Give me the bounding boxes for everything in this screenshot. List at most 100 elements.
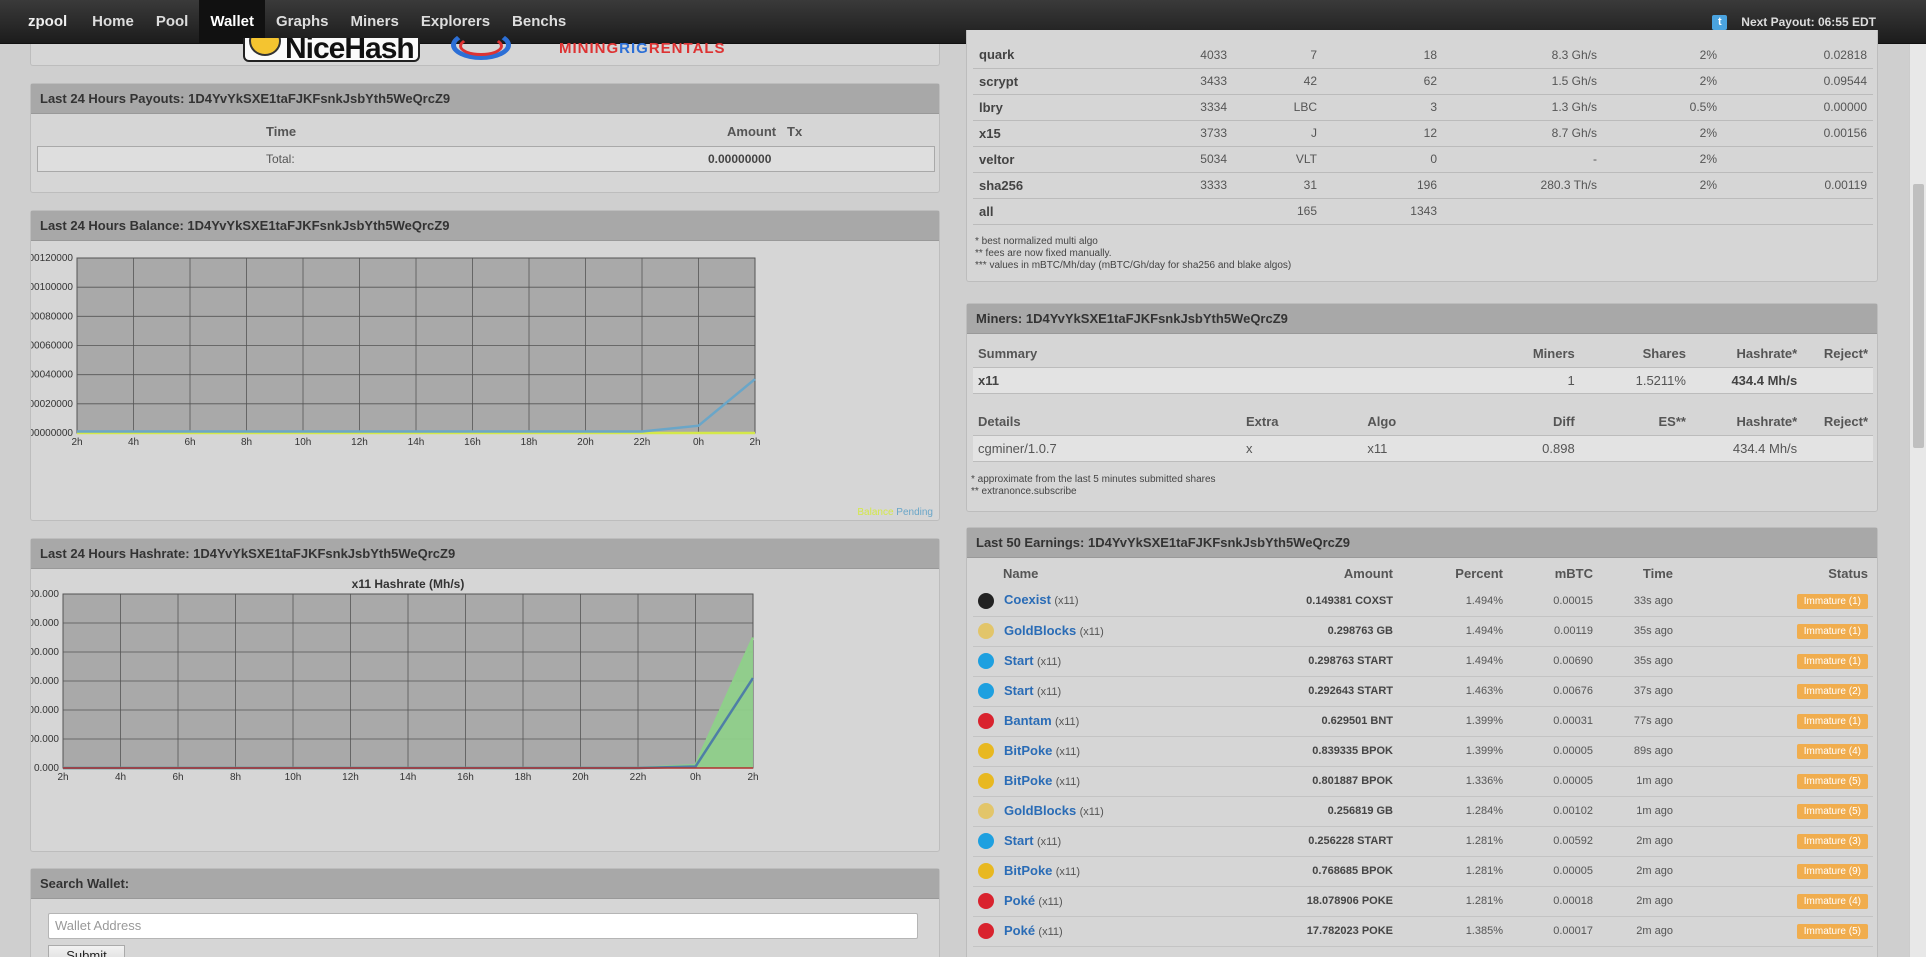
earnings-amount: 0.256819 GB (1268, 796, 1398, 827)
algo-name[interactable]: quark (973, 42, 1163, 69)
details-extra: x (1240, 434, 1363, 462)
algo-name[interactable]: all (973, 198, 1163, 225)
earnings-time: 1m ago (1598, 796, 1678, 827)
earnings-amount: 0.629501 BNT (1268, 706, 1398, 737)
coin-link[interactable]: Bantam (1004, 713, 1052, 728)
algo-name[interactable]: veltor (973, 146, 1163, 173)
earnings-header-name: Name (1003, 565, 1039, 581)
next-payout-text: Next Payout: 06:55 EDT (1741, 15, 1876, 29)
algo-miners: 0 (1323, 146, 1443, 173)
coin-link[interactable]: BitPoke (1004, 743, 1052, 758)
algo-hashrate: 1.3 Gh/s (1443, 94, 1603, 121)
coin-link[interactable]: Coexist (1004, 592, 1051, 607)
coin-algo: (x11) (1055, 865, 1080, 878)
algo-name[interactable]: scrypt (973, 68, 1163, 95)
earnings-percent: 1.336% (1398, 766, 1508, 797)
status-badge: Immature (3) (1796, 834, 1868, 849)
summary-miners: 1 (1508, 366, 1580, 394)
earnings-time: 2m ago (1598, 826, 1678, 857)
algo-current (1723, 146, 1873, 173)
payouts-col-time: Time (266, 124, 297, 139)
earnings-time: 35s ago (1598, 646, 1678, 677)
earnings-mbtc: 0.00017 (1508, 916, 1598, 947)
scrollbar-thumb[interactable] (1913, 184, 1924, 448)
details-header-algo: Algo (1367, 413, 1397, 429)
status-badge: Immature (1) (1796, 714, 1868, 729)
coin-link[interactable]: BitPoke (1004, 773, 1052, 788)
poke-icon (978, 893, 994, 910)
algo-name[interactable]: x15 (973, 120, 1163, 147)
nav-benchs[interactable]: Benchs (501, 0, 577, 44)
coin-link[interactable]: Poké (1004, 893, 1035, 908)
coin-link[interactable]: Start (1004, 653, 1034, 668)
earnings-row: Poké (x11) 17.782023 POKE 1.385% 0.00017 2m … (973, 916, 1873, 947)
y-tick-label: 0.00120000 (31, 253, 73, 264)
x-tick-label: 8h (241, 437, 252, 448)
coin-link[interactable]: GoldBlocks (1004, 623, 1076, 638)
x-tick-label: 0h (693, 437, 704, 448)
algo-name[interactable]: sha256 (973, 172, 1163, 199)
twitter-icon[interactable]: t (1712, 14, 1728, 30)
earnings-time: 2m ago (1598, 886, 1678, 917)
nav-pool[interactable]: Pool (145, 0, 200, 44)
algo-row: sha256 3333 31 196 280.3 Th/s 2% 0.00119 (973, 172, 1873, 199)
nav-miners[interactable]: Miners (339, 0, 409, 44)
brand-link[interactable]: zpool (0, 0, 81, 44)
algo-coins: 42 (1233, 68, 1323, 95)
coin-link[interactable]: Poké (1004, 923, 1035, 938)
miners-summary-table: Summary Miners Shares Hashrate* Reject* … (973, 340, 1873, 394)
wallet-address-input[interactable]: Wallet Address (48, 913, 918, 939)
goldblocks-icon (978, 623, 994, 640)
x-tick-label: 10h (285, 772, 302, 783)
algo-hashrate: 280.3 Th/s (1443, 172, 1603, 199)
miningrigrentals-logo[interactable]: MININGRIGRENTALS (559, 40, 726, 57)
earnings-name-cell: Start (x11) (973, 826, 1268, 857)
earnings-row: Poké (x11) 18.078906 POKE 1.281% 0.00018 2m … (973, 886, 1873, 917)
payouts-total-row: Total: 0.00000000 (37, 146, 935, 172)
x-tick-label: 10h (295, 437, 312, 448)
sponsor-logos: NiceHash MININGRIGRENTALS (30, 30, 940, 66)
status-badge: Immature (1) (1796, 624, 1868, 639)
submit-button[interactable]: Submit (48, 945, 125, 957)
coin-link[interactable]: GoldBlocks (1004, 803, 1076, 818)
coin-link[interactable]: BitPoke (1004, 863, 1052, 878)
bitpoke-icon (978, 743, 994, 760)
earnings-status-cell: Immature (1) (1678, 586, 1873, 617)
earnings-name-cell: Bantam (x11) (973, 706, 1268, 737)
y-tick-label: 0.00060000 (31, 341, 73, 352)
earnings-time: 35s ago (1598, 616, 1678, 647)
earnings-status-cell: Immature (5) (1678, 766, 1873, 797)
coin-link[interactable]: Start (1004, 683, 1034, 698)
algos-note-1: * best normalized multi algo (975, 236, 1098, 247)
algo-hashrate (1443, 198, 1603, 225)
algo-row: all 165 1343 (973, 198, 1873, 225)
details-header-hashrate: Hashrate* (1736, 413, 1798, 429)
earnings-status-cell: Immature (4) (1678, 736, 1873, 767)
x-tick-label: 4h (115, 772, 126, 783)
details-client: cgminer/1.0.7 (973, 434, 1241, 462)
nav-wallet[interactable]: Wallet (199, 0, 265, 44)
y-tick-label: 100.000 (31, 734, 59, 745)
earnings-title: Last 50 Earnings: 1D4YvYkSXE1taFJKFsnkJs… (967, 528, 1877, 558)
nav-graphs[interactable]: Graphs (265, 0, 340, 44)
algo-row: x15 3733 J 12 8.7 Gh/s 2% 0.00156 (973, 120, 1873, 147)
algo-miners: 62 (1323, 68, 1443, 95)
algo-name[interactable]: lbry (973, 94, 1163, 121)
coin-link[interactable]: Start (1004, 833, 1034, 848)
algo-coins: 165 (1233, 198, 1323, 225)
algo-port: 3733 (1163, 120, 1233, 147)
earnings-mbtc: 0.00592 (1508, 826, 1598, 857)
details-hashrate: 434.4 Mh/s (1690, 434, 1803, 462)
start-icon (978, 833, 994, 850)
status-badge: Immature (5) (1796, 924, 1868, 939)
y-tick-label: 0.000 (34, 763, 59, 774)
earnings-name-cell: Coexist (x11) (973, 586, 1268, 617)
summary-algo: x11 (973, 366, 1509, 394)
x-tick-label: 22h (630, 772, 647, 783)
nav-home[interactable]: Home (81, 0, 145, 44)
earnings-name-cell: GoldBlocks (x11) (973, 796, 1268, 827)
nicehash-logo[interactable]: NiceHash (243, 38, 420, 62)
earnings-row: Bantam (x11) 0.629501 BNT 1.399% 0.00031 77s… (973, 706, 1873, 737)
x-tick-label: 2h (747, 772, 758, 783)
page-scrollbar[interactable] (1909, 44, 1926, 957)
